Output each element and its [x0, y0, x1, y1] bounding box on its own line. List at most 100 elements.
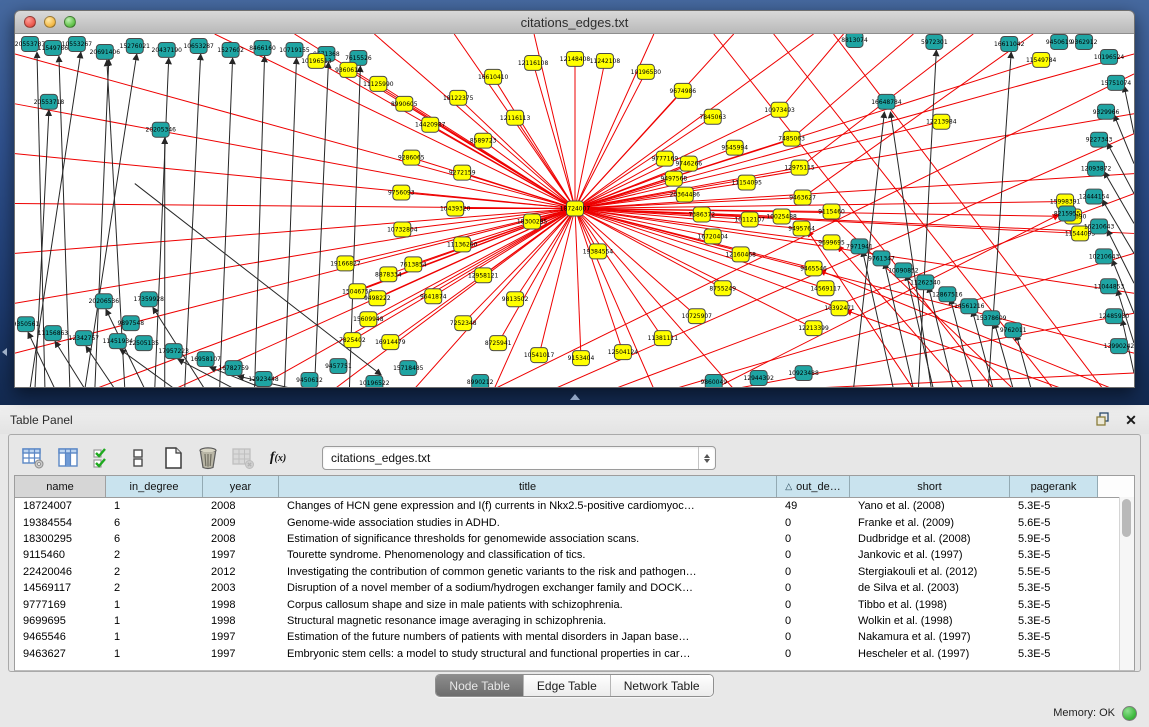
- graph-node[interactable]: 8878334: [375, 267, 402, 282]
- graph-node[interactable]: 9153404: [568, 351, 595, 366]
- graph-node[interactable]: 12867516: [932, 287, 963, 302]
- graph-node[interactable]: 14569117: [810, 281, 841, 296]
- minimize-window-button[interactable]: [44, 16, 56, 28]
- split-pane-handle-icon[interactable]: [570, 394, 580, 400]
- table-cell[interactable]: 5.6E-5: [1010, 517, 1098, 529]
- graph-node[interactable]: 7252348: [450, 316, 477, 331]
- graph-node[interactable]: 9813502: [502, 292, 529, 307]
- table-cell[interactable]: 1: [106, 648, 203, 660]
- graph-edge[interactable]: [86, 346, 115, 388]
- table-cell[interactable]: Estimation of the future numbers of pati…: [279, 631, 777, 643]
- delete-column-icon[interactable]: [230, 445, 256, 471]
- delete-table-icon[interactable]: [195, 445, 221, 471]
- graph-edge[interactable]: [15, 204, 575, 209]
- table-cell[interactable]: 5.9E-5: [1010, 533, 1098, 545]
- table-cell[interactable]: 5.3E-5: [1010, 582, 1098, 594]
- graph-edge[interactable]: [155, 58, 169, 388]
- table-cell[interactable]: 6: [106, 517, 203, 529]
- table-cell[interactable]: 0: [777, 533, 850, 545]
- column-header-in_degree[interactable]: in_degree: [106, 476, 203, 497]
- column-header-name[interactable]: name: [15, 476, 106, 497]
- table-cell[interactable]: Corpus callosum shape and size in male p…: [279, 599, 777, 611]
- graph-node[interactable]: 7613854: [400, 257, 427, 272]
- column-header-out_de[interactable]: △out_de…: [777, 476, 850, 497]
- graph-node[interactable]: 9450619: [1046, 34, 1073, 49]
- table-row[interactable]: 969969511998Structural magnetic resonanc…: [15, 613, 1134, 629]
- graph-node[interactable]: 9286065: [398, 150, 425, 165]
- zoom-window-button[interactable]: [64, 16, 76, 28]
- graph-edge[interactable]: [1016, 334, 1031, 388]
- graph-node[interactable]: 20206536: [89, 294, 120, 309]
- graph-node[interactable]: 19166827: [330, 256, 361, 271]
- graph-node[interactable]: 7485063: [778, 131, 805, 146]
- table-cell[interactable]: Tibbo et al. (1998): [850, 599, 1010, 611]
- table-row[interactable]: 1872400712008Changes of HCN gene express…: [15, 498, 1134, 514]
- graph-node[interactable]: 9115460: [818, 204, 845, 219]
- graph-node[interactable]: 12213984: [926, 114, 957, 129]
- graph-node[interactable]: 12944392: [743, 371, 774, 386]
- graph-node[interactable]: 12093872: [1081, 161, 1112, 176]
- table-cell[interactable]: 0: [777, 549, 850, 561]
- graph-node[interactable]: 11125990: [363, 76, 394, 91]
- window-titlebar[interactable]: citations_edges.txt: [15, 11, 1134, 34]
- collapsed-panel-arrow-icon[interactable]: [2, 348, 7, 356]
- table-cell[interactable]: 2: [106, 549, 203, 561]
- graph-node[interactable]: 18122375: [443, 90, 474, 105]
- graph-node[interactable]: 12148408: [560, 51, 591, 66]
- graph-node[interactable]: 11136260: [447, 237, 478, 252]
- citation-network-graph[interactable]: 1872400720553787115497861055326720691406…: [15, 34, 1134, 388]
- graph-node[interactable]: 7845063: [699, 109, 726, 124]
- table-row[interactable]: 946362711997Embryonic stem cells: a mode…: [15, 646, 1134, 662]
- graph-node[interactable]: 9465546: [800, 261, 827, 276]
- table-cell[interactable]: 2: [106, 582, 203, 594]
- graph-node[interactable]: 9362912: [1071, 34, 1098, 49]
- table-cell[interactable]: 9115460: [15, 549, 106, 561]
- table-settings-icon[interactable]: [20, 445, 46, 471]
- graph-node[interactable]: 12958121: [468, 268, 499, 283]
- graph-node[interactable]: 10196522: [359, 376, 390, 388]
- table-cell[interactable]: 9699695: [15, 615, 106, 627]
- column-header-year[interactable]: year: [203, 476, 279, 497]
- table-cell[interactable]: 5.3E-5: [1010, 648, 1098, 660]
- graph-node[interactable]: 20691406: [90, 44, 121, 59]
- table-cell[interactable]: Disruption of a novel member of a sodium…: [279, 582, 777, 594]
- graph-edge[interactable]: [402, 209, 575, 230]
- graph-node[interactable]: 9463627: [789, 190, 816, 205]
- graph-node[interactable]: 12160468: [725, 247, 756, 262]
- column-header-title[interactable]: title: [279, 476, 777, 497]
- table-cell[interactable]: 1: [106, 599, 203, 611]
- graph-node[interactable]: 12116113: [500, 110, 531, 125]
- graph-node[interactable]: 16782759: [218, 361, 249, 376]
- graph-node[interactable]: 12975115: [784, 160, 815, 175]
- table-cell[interactable]: 18300295: [15, 533, 106, 545]
- table-cell[interactable]: 1: [106, 631, 203, 643]
- graph-edge[interactable]: [780, 34, 844, 110]
- table-vertical-scrollbar[interactable]: [1119, 497, 1134, 670]
- table-cell[interactable]: 0: [777, 631, 850, 643]
- table-cell[interactable]: Franke et al. (2009): [850, 517, 1010, 529]
- graph-node[interactable]: 20205346: [146, 122, 177, 137]
- table-cell[interactable]: Genome-wide association studies in ADHD.: [279, 517, 777, 529]
- graph-edge[interactable]: [614, 194, 1134, 388]
- graph-node[interactable]: 9495764: [788, 221, 815, 236]
- table-cell[interactable]: 2008: [203, 500, 279, 512]
- column-header-pagerank[interactable]: pagerank: [1010, 476, 1098, 497]
- table-cell[interactable]: 1998: [203, 599, 279, 611]
- graph-edge[interactable]: [575, 72, 646, 209]
- graph-node[interactable]: 7386372: [688, 207, 715, 222]
- table-cell[interactable]: Structural magnetic resonance image aver…: [279, 615, 777, 627]
- graph-edge[interactable]: [820, 270, 1113, 388]
- table-row[interactable]: 1938455462009Genome-wide association stu…: [15, 514, 1134, 530]
- table-cell[interactable]: 5.3E-5: [1010, 549, 1098, 561]
- graph-node[interactable]: 16610410: [478, 69, 509, 84]
- graph-node[interactable]: 11242108: [590, 53, 621, 68]
- table-cell[interactable]: de Silva et al. (2003): [850, 582, 1010, 594]
- graph-node[interactable]: 10196530: [631, 64, 662, 79]
- table-cell[interactable]: 5.5E-5: [1010, 566, 1098, 578]
- graph-edge[interactable]: [255, 56, 265, 388]
- graph-node[interactable]: 10439320: [440, 201, 471, 216]
- table-cell[interactable]: 6: [106, 533, 203, 545]
- graph-node[interactable]: 12505135: [129, 336, 160, 351]
- table-cell[interactable]: 9463627: [15, 648, 106, 660]
- table-cell[interactable]: 1: [106, 500, 203, 512]
